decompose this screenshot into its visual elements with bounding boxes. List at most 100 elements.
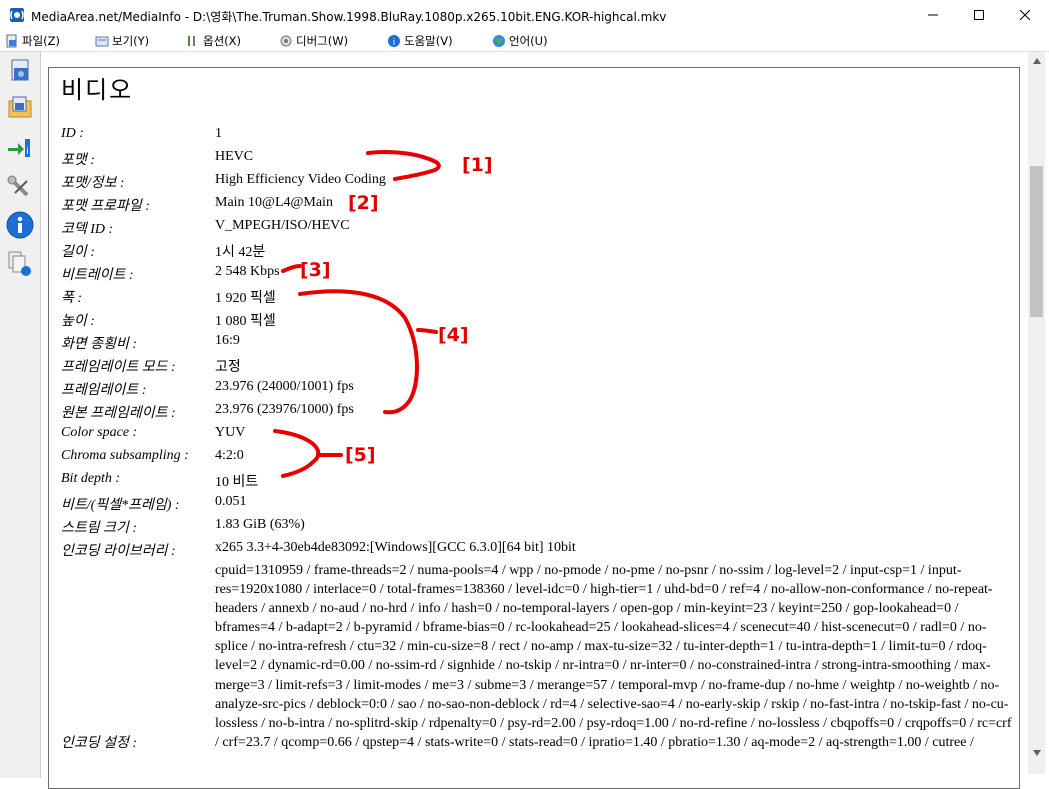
info-label: 코덱 ID : (61, 222, 114, 237)
scroll-up-arrow[interactable] (1028, 52, 1045, 69)
close-icon (1020, 10, 1030, 20)
minimize-button[interactable] (910, 0, 956, 30)
export-button[interactable]: i (4, 132, 36, 164)
info-label: 길이 : (61, 245, 95, 260)
info-label: 높이 : (61, 314, 95, 329)
scroll-thumb[interactable] (1030, 166, 1043, 317)
info-label: 포맷 프로파일 : (61, 199, 150, 214)
menu-language[interactable]: 언어(U) (491, 32, 548, 49)
info-row-height: 높이 : 1 080 픽셀 (61, 307, 1011, 330)
info-row-bits-per-pixel-frame: 비트/(픽셀*프레임) : 0.051 (61, 491, 1011, 514)
info-value: 4:2:0 (215, 448, 244, 463)
help-icon: i (386, 33, 401, 48)
open-folder-icon (8, 96, 32, 118)
info-label: 원본 프레임레이트 : (61, 406, 176, 421)
info-value: 23.976 (24000/1001) fps (215, 379, 354, 394)
menu-options[interactable]: 옵션(X) (185, 32, 241, 49)
window-title: MediaArea.net/MediaInfo - D:\영화\The.Trum… (31, 10, 667, 24)
view-icon (94, 33, 109, 48)
info-value: 1시 42분 (215, 245, 266, 260)
info-label: 화면 종횡비 : (61, 337, 138, 352)
info-value: 고정 (215, 360, 241, 375)
info-label: 프레임레이트 : (61, 383, 147, 398)
info-value: V_MPEGH/ISO/HEVC (215, 218, 350, 233)
svg-text:i: i (26, 146, 29, 157)
info-label: 비트/(픽셀*프레임) : (61, 498, 180, 513)
menu-help[interactable]: i 도움말(V) (386, 32, 453, 49)
menu-bar: 파일(Z) 보기(Y) 옵션(X) 디버그(W) i 도움말(V) 언어(U) (0, 30, 1049, 52)
section-title: 비디오 (61, 76, 134, 104)
info-value: 1.83 GiB (63%) (215, 517, 305, 532)
open-file-button[interactable] (4, 56, 36, 88)
left-toolbar: i (0, 52, 41, 778)
info-value: YUV (215, 425, 246, 440)
about-button[interactable] (4, 209, 36, 241)
info-label: 포맷 : (61, 153, 95, 168)
menu-help-label: 도움말(V) (404, 33, 453, 48)
menu-file[interactable]: 파일(Z) (4, 32, 60, 49)
menu-view-label: 보기(Y) (112, 33, 150, 48)
close-button[interactable] (1002, 0, 1048, 30)
info-row-duration: 길이 : 1시 42분 (61, 238, 1011, 261)
about-icon (6, 211, 34, 239)
info-value: 1 080 픽셀 (215, 314, 276, 329)
info-row-format: 포맷 : HEVC (61, 146, 1011, 169)
multiple-files-icon (8, 251, 31, 276)
info-label: 프레임레이트 모드 : (61, 360, 176, 375)
open-folder-button[interactable] (4, 92, 36, 124)
menu-debug[interactable]: 디버그(W) (278, 32, 348, 49)
info-value: HEVC (215, 149, 254, 164)
info-row-stream-size: 스트림 크기 : 1.83 GiB (63%) (61, 514, 1011, 537)
maximize-button[interactable] (956, 0, 1002, 30)
info-value: 10 비트 (215, 475, 259, 490)
menu-language-label: 언어(U) (509, 33, 548, 48)
info-label: 인코딩 라이브러리 : (61, 544, 176, 559)
info-value: Main 10@L4@Main (215, 195, 333, 210)
info-row-color-space: Color space : YUV (61, 422, 1011, 445)
scroll-down-arrow[interactable] (1028, 744, 1045, 761)
info-value: High Efficiency Video Coding (215, 172, 386, 187)
menu-view[interactable]: 보기(Y) (94, 32, 149, 49)
maximize-icon (974, 10, 984, 20)
info-label: Color space : (61, 425, 138, 440)
mediainfo-app-icon (10, 8, 24, 22)
info-value: 0.051 (215, 494, 247, 509)
info-value: 2 548 Kbps (215, 264, 280, 279)
info-row-bitrate: 비트레이트 : 2 548 Kbps (61, 261, 1011, 284)
menu-options-label: 옵션(X) (203, 33, 242, 48)
info-label: 비트레이트 : (61, 268, 134, 283)
info-row-frame-rate: 프레임레이트 : 23.976 (24000/1001) fps (61, 376, 1011, 399)
info-value: 1 (215, 126, 222, 141)
arrow-up-icon (1032, 57, 1041, 64)
info-rows: ID : 1 포맷 : HEVC 포맷/정보 : High Efficiency Vi… (61, 123, 1012, 760)
multiple-files-button[interactable] (4, 248, 36, 280)
export-icon: i (8, 139, 30, 157)
info-row-aspect-ratio: 화면 종횡비 : 16:9 (61, 330, 1011, 353)
open-file-icon (11, 59, 29, 81)
info-label: Chroma subsampling : (61, 448, 189, 463)
vertical-scrollbar[interactable] (1028, 52, 1045, 774)
media-info-panel: 비디오 ID : 1 포맷 : HEVC 포맷/정보 : High Efficienc… (48, 67, 1020, 789)
language-icon (491, 33, 506, 48)
file-icon (4, 33, 19, 48)
info-row-bit-depth: Bit depth : 10 비트 (61, 468, 1011, 491)
arrow-down-icon (1032, 749, 1041, 756)
info-label: 포맷/정보 : (61, 176, 125, 191)
info-value: 23.976 (23976/1000) fps (215, 402, 354, 417)
info-row-chroma-subsampling: Chroma subsampling : 4:2:0 (61, 445, 1011, 468)
debug-icon (278, 33, 293, 48)
info-row-frame-rate-mode: 프레임레이트 모드 : 고정 (61, 353, 1011, 376)
info-label: ID : (61, 126, 84, 141)
info-value: 16:9 (215, 333, 240, 348)
title-bar: MediaArea.net/MediaInfo - D:\영화\The.Trum… (0, 0, 1049, 31)
info-row-id: ID : 1 (61, 123, 1011, 146)
svg-text:i: i (392, 38, 395, 48)
options-icon (185, 33, 200, 48)
info-row-codec-id: 코덱 ID : V_MPEGH/ISO/HEVC (61, 215, 1011, 238)
info-value: 1 920 픽셀 (215, 291, 276, 306)
info-row-writing-library: 인코딩 라이브러리 : x265 3.3+4-30eb4de83092:[Wind… (61, 537, 1011, 560)
info-row-encoding-settings: 인코딩 설정 : cpuid=1310959 / frame-threads=2… (61, 560, 1012, 760)
info-row-format-info: 포맷/정보 : High Efficiency Video Coding (61, 169, 1011, 192)
info-label: 인코딩 설정 : (61, 736, 138, 751)
preferences-button[interactable] (4, 172, 36, 204)
